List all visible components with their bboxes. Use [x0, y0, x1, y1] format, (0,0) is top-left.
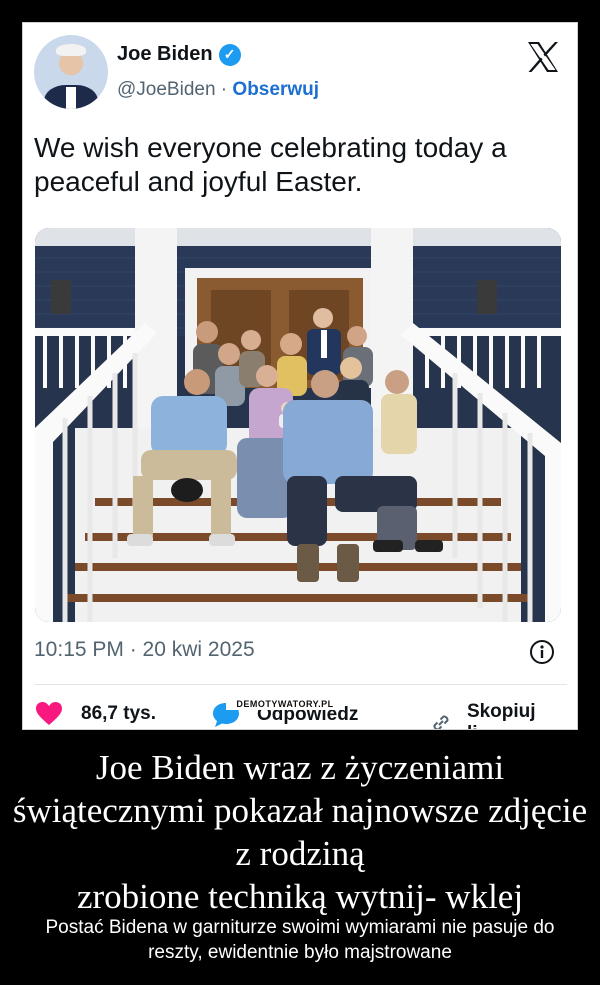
heart-icon: [36, 702, 62, 725]
x-logo-icon[interactable]: [525, 39, 561, 75]
link-icon: [433, 715, 449, 729]
handle-row: @JoeBiden · Obserwuj: [117, 79, 319, 101]
caption-headline: Joe Biden wraz z życzeniami świątecznymi…: [0, 746, 600, 918]
copy-link-button[interactable]: Skopiuj li...: [429, 701, 567, 729]
headline-line: z rodziną: [235, 834, 365, 873]
divider: [34, 684, 567, 685]
handle-separator: ·: [215, 79, 233, 100]
author-name[interactable]: Joe Biden: [117, 43, 213, 66]
tweet-text: We wish everyone celebrating today a pea…: [34, 132, 507, 197]
tweet-card: Joe Biden ✓ @JoeBiden · Obserwuj We wish…: [22, 22, 578, 730]
author-handle[interactable]: @JoeBiden: [117, 79, 216, 100]
verified-badge-icon: ✓: [218, 43, 241, 66]
copy-link-label: Skopiuj li...: [466, 701, 536, 729]
family-photo[interactable]: [35, 228, 561, 622]
headline-line: świątecznymi pokazał najnowsze zdjęcie: [12, 791, 588, 830]
caption-subtext: Postać Bidena w garniturze swoimi wymiar…: [45, 917, 555, 963]
follow-button[interactable]: Obserwuj: [232, 79, 319, 100]
timestamp[interactable]: 10:15 PM · 20 kwi 2025: [34, 638, 255, 662]
info-icon[interactable]: [529, 639, 555, 665]
author-row: Joe Biden ✓: [117, 43, 241, 66]
avatar[interactable]: [34, 35, 108, 109]
likes-count: 86,7 tys.: [81, 703, 156, 724]
watermark: DEMOTYWATORY.PL: [226, 698, 344, 710]
headline-line: zrobione techniką wytnij- wklej: [76, 877, 524, 916]
like-button[interactable]: 86,7 tys.: [35, 701, 156, 727]
headline-line: Joe Biden wraz z życzeniami: [95, 748, 505, 787]
